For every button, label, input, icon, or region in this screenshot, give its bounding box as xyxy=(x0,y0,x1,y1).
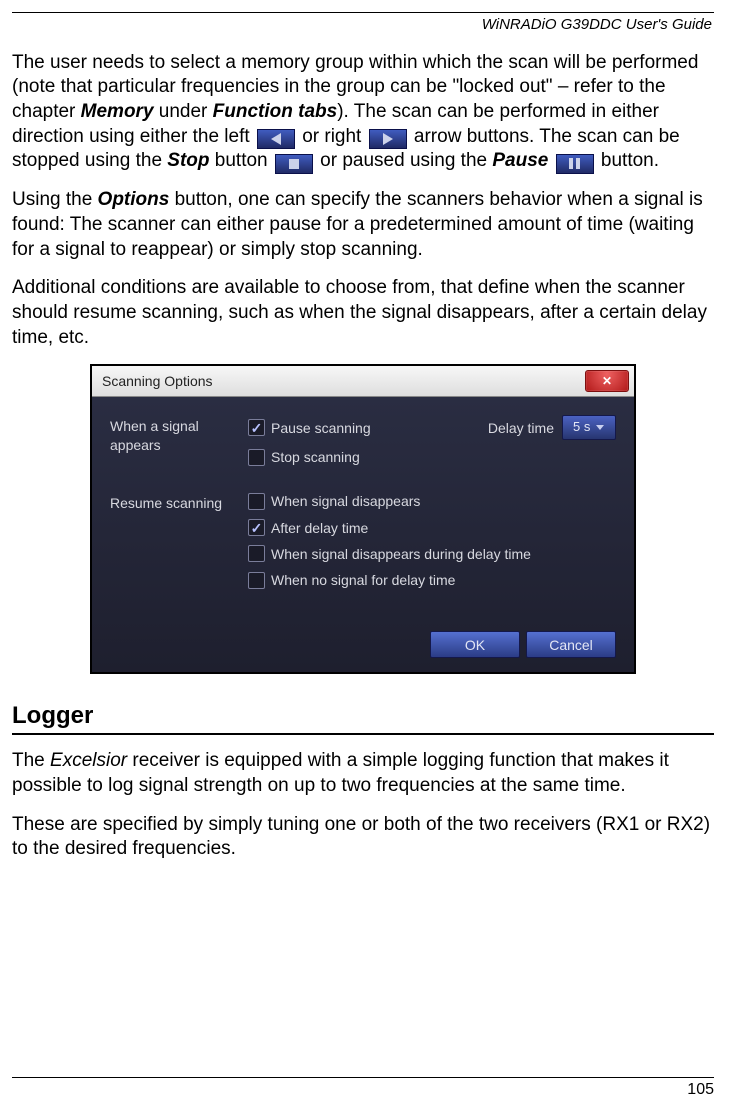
arrow-right-icon xyxy=(383,133,393,145)
paragraph-1: The user needs to select a memory group … xyxy=(12,51,714,175)
pause-scanning-checkbox[interactable] xyxy=(248,419,265,436)
dialog-title: Scanning Options xyxy=(102,372,213,390)
page-header-title: WiNRADiO G39DDC User's Guide xyxy=(12,15,714,35)
cancel-button[interactable]: Cancel xyxy=(526,631,616,658)
stop-scanning-label: Stop scanning xyxy=(271,448,360,466)
stop-scanning-checkbox[interactable] xyxy=(248,449,265,466)
resume-no-signal-checkbox[interactable] xyxy=(248,572,265,589)
delay-time-label: Delay time xyxy=(488,419,554,437)
text: under xyxy=(154,101,213,122)
resume-no-signal-label: When no signal for delay time xyxy=(271,571,455,589)
text: The xyxy=(12,750,50,771)
logger-heading: Logger xyxy=(12,700,714,731)
options-ref: Options xyxy=(98,189,170,210)
resume-disappears-label: When signal disappears xyxy=(271,492,420,510)
delay-time-value: 5 s xyxy=(573,419,590,436)
text: or paused using the xyxy=(315,150,492,171)
function-tabs-ref: Function tabs xyxy=(213,101,338,122)
page-number: 105 xyxy=(12,1080,714,1101)
scan-right-button-icon xyxy=(369,129,407,149)
resume-after-delay-label: After delay time xyxy=(271,519,368,537)
close-icon: ✕ xyxy=(602,374,612,390)
signal-appears-label: When a signal appears xyxy=(110,415,248,453)
dialog-body: When a signal appears Pause scanning Del… xyxy=(92,397,634,672)
resume-scanning-label: Resume scanning xyxy=(110,492,248,512)
resume-disappears-checkbox[interactable] xyxy=(248,493,265,510)
pause-scanning-label: Pause scanning xyxy=(271,419,371,437)
text: or right xyxy=(297,126,367,147)
text: Using the xyxy=(12,189,98,210)
resume-after-delay-checkbox[interactable] xyxy=(248,519,265,536)
paragraph-2: Using the Options button, one can specif… xyxy=(12,188,714,262)
chevron-down-icon xyxy=(596,425,604,430)
pause-button-icon xyxy=(556,154,594,174)
resume-disappears-delay-checkbox[interactable] xyxy=(248,545,265,562)
text: button. xyxy=(596,150,659,171)
pause-ref: Pause xyxy=(492,150,548,171)
scanning-options-dialog: Scanning Options ✕ When a signal appears… xyxy=(90,364,636,674)
paragraph-5: These are specified by simply tuning one… xyxy=(12,813,714,862)
memory-ref: Memory xyxy=(81,101,154,122)
stop-ref: Stop xyxy=(167,150,209,171)
ok-button[interactable]: OK xyxy=(430,631,520,658)
paragraph-3: Additional conditions are available to c… xyxy=(12,276,714,350)
paragraph-4: The Excelsior receiver is equipped with … xyxy=(12,749,714,798)
text: button xyxy=(210,150,273,171)
resume-disappears-delay-label: When signal disappears during delay time xyxy=(271,545,531,563)
delay-time-select[interactable]: 5 s xyxy=(562,415,616,440)
arrow-left-icon xyxy=(271,133,281,145)
stop-button-icon xyxy=(275,154,313,174)
excelsior-ref: Excelsior xyxy=(50,750,127,771)
scan-left-button-icon xyxy=(257,129,295,149)
close-button[interactable]: ✕ xyxy=(585,370,629,392)
dialog-titlebar: Scanning Options ✕ xyxy=(92,366,634,397)
